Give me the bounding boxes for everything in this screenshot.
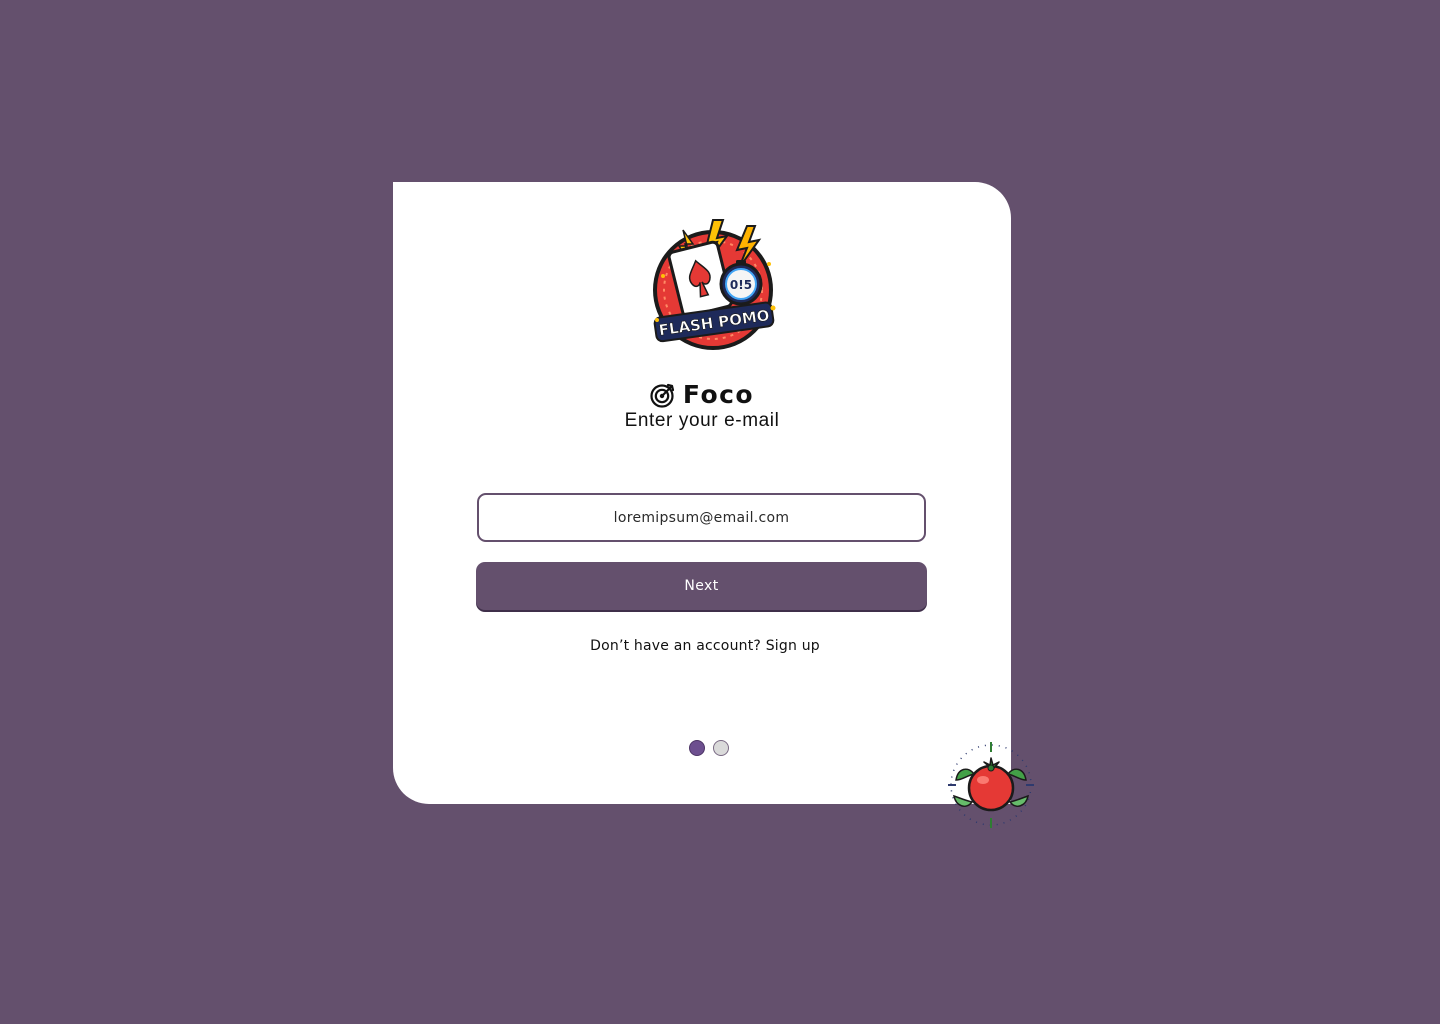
logo-timer-text: 0!5 [730, 278, 752, 292]
pagination-dot-active[interactable] [689, 740, 705, 756]
page-subtitle: Enter your e-mail [624, 410, 780, 431]
signup-prompt-row: Don’t have an account? Sign up [393, 636, 1011, 656]
brand-name: Foco [682, 380, 755, 409]
login-card: 0!5 FLASH POMO Foco Enter your e-mail Ne… [393, 182, 1011, 804]
signup-link[interactable]: Sign up [766, 638, 820, 654]
flash-pomo-logo: 0!5 FLASH POMO [653, 219, 776, 350]
target-icon [650, 383, 674, 408]
tomato-icon [948, 742, 1034, 828]
brand: Foco [393, 380, 1011, 410]
step-pagination [689, 740, 729, 756]
page-background: 0!5 FLASH POMO Foco Enter your e-mail Ne… [0, 0, 1440, 1024]
email-field[interactable] [477, 493, 926, 542]
signup-prompt: Don’t have an account? [590, 638, 762, 654]
next-button[interactable]: Next [476, 562, 927, 610]
pagination-dot-inactive[interactable] [713, 740, 729, 756]
